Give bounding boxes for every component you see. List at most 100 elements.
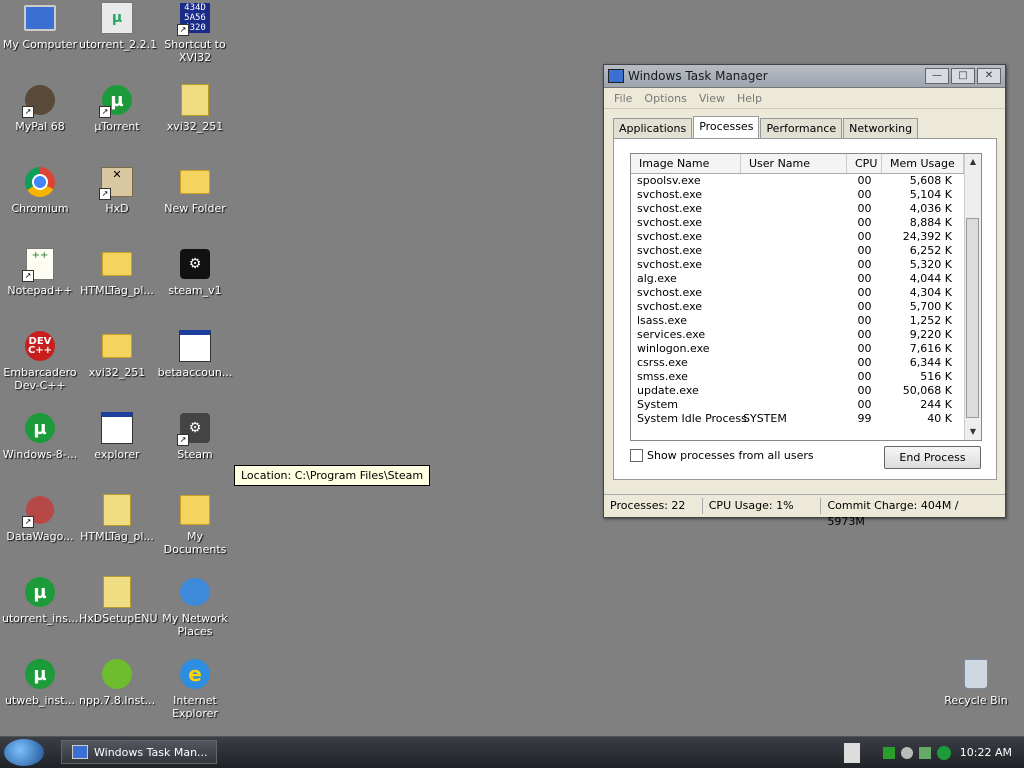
process-cpu: 00 xyxy=(857,202,872,215)
zip-folder-icon xyxy=(181,84,209,116)
table-row[interactable]: smss.exe 00 516 K xyxy=(631,370,964,384)
utorrent-tray-icon[interactable] xyxy=(936,745,951,760)
network-tray-icon[interactable] xyxy=(918,746,931,759)
scroll-down-icon[interactable]: ▼ xyxy=(965,424,981,440)
table-row[interactable]: svchost.exe 00 5,700 K xyxy=(631,300,964,314)
desktop-icon-steam[interactable]: ⚙ ↗ Steam xyxy=(155,412,235,461)
tab-performance[interactable]: Performance xyxy=(760,118,843,140)
desktop-icon-windows8[interactable]: µ Windows-8-... xyxy=(0,412,80,461)
end-process-button[interactable]: End Process xyxy=(884,446,981,469)
desktop-icon-utorrent-installer[interactable]: µ utorrent_ins... xyxy=(0,576,80,625)
taskbar-item-task-manager[interactable]: Windows Task Man... xyxy=(61,740,217,764)
desktop-icon-internet-explorer[interactable]: e Internet Explorer xyxy=(155,658,235,720)
desktop-icon-my-computer[interactable]: My Computer xyxy=(0,2,80,51)
desktop-icon-chromium[interactable]: Chromium xyxy=(0,166,80,215)
desktop-icon-my-documents[interactable]: My Documents xyxy=(155,494,235,556)
menu-view[interactable]: View xyxy=(693,92,731,105)
desktop-icon-new-folder[interactable]: New Folder xyxy=(155,166,235,215)
table-row[interactable]: System Idle Process SYSTEM 99 40 K xyxy=(631,412,964,426)
task-manager-icon xyxy=(608,69,624,83)
process-name: update.exe xyxy=(637,384,699,397)
column-mem-usage[interactable]: Mem Usage xyxy=(882,154,964,173)
table-row[interactable]: svchost.exe 00 8,884 K xyxy=(631,216,964,230)
process-name: svchost.exe xyxy=(637,286,703,299)
keyboard-icon[interactable] xyxy=(843,742,860,763)
scroll-up-icon[interactable]: ▲ xyxy=(965,154,981,170)
minimize-button[interactable]: — xyxy=(925,68,949,84)
table-row[interactable]: alg.exe 00 4,044 K xyxy=(631,272,964,286)
tab-networking[interactable]: Networking xyxy=(843,118,919,140)
clock[interactable]: 10:22 AM xyxy=(960,746,1012,759)
desktop-icon-explorer[interactable]: explorer xyxy=(77,412,157,461)
desktop-icon-my-network-places[interactable]: My Network Places xyxy=(155,576,235,638)
tray-app-icon[interactable] xyxy=(882,746,895,759)
desktop-icon-recycle-bin[interactable]: Recycle Bin xyxy=(936,658,1016,707)
desktop-icon-xvi32-folder[interactable]: xvi32_251 xyxy=(77,330,157,379)
tab-processes[interactable]: Processes xyxy=(693,116,760,138)
process-user xyxy=(741,202,847,216)
table-row[interactable]: svchost.exe 00 5,104 K xyxy=(631,188,964,202)
column-user-name[interactable]: User Name xyxy=(741,154,847,173)
menu-options[interactable]: Options xyxy=(638,92,692,105)
desktop-icon-steam-v1[interactable]: ⚙ steam_v1 xyxy=(155,248,235,297)
process-user xyxy=(741,216,847,230)
desktop-icon-xvi32-shortcut[interactable]: 434D 5A56 4320 ↗ Shortcut to XVI32 xyxy=(155,2,235,64)
table-row[interactable]: System 00 244 K xyxy=(631,398,964,412)
process-user xyxy=(741,244,847,258)
table-row[interactable]: csrss.exe 00 6,344 K xyxy=(631,356,964,370)
menu-help[interactable]: Help xyxy=(731,92,768,105)
show-all-users-checkbox[interactable] xyxy=(630,449,643,462)
process-cpu: 00 xyxy=(857,174,872,187)
table-row[interactable]: svchost.exe 00 24,392 K xyxy=(631,230,964,244)
utorrent-icon: µ xyxy=(25,413,55,443)
computer-icon xyxy=(24,5,56,31)
desktop-icon-devcpp[interactable]: DEV C++ Embarcadero Dev-C++ xyxy=(0,330,80,392)
desktop-icon-datawago[interactable]: ↗ DataWago... xyxy=(0,494,80,543)
process-cpu: 00 xyxy=(857,230,872,243)
process-user xyxy=(741,370,847,384)
desktop-icon-utorrent-221[interactable]: µ utorrent_2.2.1 xyxy=(77,2,157,51)
desktop-icon-htmltag-zip[interactable]: HTMLTag_pl... xyxy=(77,494,157,543)
column-cpu[interactable]: CPU xyxy=(847,154,882,173)
desktop-icon-betaaccount[interactable]: betaaccoun... xyxy=(155,330,235,379)
show-all-users-option[interactable]: Show processes from all users xyxy=(630,449,814,462)
desktop-icon-htmltag-folder[interactable]: HTMLTag_pl... xyxy=(77,248,157,297)
menu-file[interactable]: File xyxy=(608,92,638,105)
desktop-icon-notepadpp[interactable]: ++ ↗ Notepad++ xyxy=(0,248,80,297)
desktop-icon-hxd[interactable]: ✕ ↗ HxD xyxy=(77,166,157,215)
desktop-icon-utorrent[interactable]: µ ↗ µTorrent xyxy=(77,84,157,133)
table-row[interactable]: svchost.exe 00 5,320 K xyxy=(631,258,964,272)
maximize-button[interactable]: □ xyxy=(951,68,975,84)
process-list[interactable]: Image Name User Name CPU Mem Usage spool… xyxy=(630,153,982,441)
table-row[interactable]: svchost.exe 00 6,252 K xyxy=(631,244,964,258)
table-row[interactable]: svchost.exe 00 4,304 K xyxy=(631,286,964,300)
process-name: System xyxy=(637,398,679,411)
process-mem: 4,304 K xyxy=(909,286,952,299)
desktop-icon-hxdsetup[interactable]: HxDSetupENU xyxy=(77,576,158,625)
start-button[interactable] xyxy=(4,739,44,766)
table-row[interactable]: services.exe 00 9,220 K xyxy=(631,328,964,342)
column-image-name[interactable]: Image Name xyxy=(631,154,741,173)
tab-applications[interactable]: Applications xyxy=(613,118,693,140)
shortcut-arrow-icon: ↗ xyxy=(99,188,111,200)
process-mem: 4,036 K xyxy=(909,202,952,215)
desktop-icon-npp-installer[interactable]: npp.7.8.Inst... xyxy=(77,658,157,707)
folder-icon xyxy=(180,170,210,194)
volume-icon[interactable] xyxy=(900,746,913,759)
process-mem: 8,884 K xyxy=(909,216,952,229)
vertical-scrollbar[interactable]: ▲ ▼ xyxy=(964,154,981,440)
close-button[interactable]: ✕ xyxy=(977,68,1001,84)
table-row[interactable]: lsass.exe 00 1,252 K xyxy=(631,314,964,328)
window-icon xyxy=(179,330,211,362)
process-name: svchost.exe xyxy=(637,188,703,201)
table-row[interactable]: spoolsv.exe 00 5,608 K xyxy=(631,174,964,188)
table-row[interactable]: winlogon.exe 00 7,616 K xyxy=(631,342,964,356)
title-bar[interactable]: Windows Task Manager — □ ✕ xyxy=(604,65,1005,88)
table-row[interactable]: update.exe 00 50,068 K xyxy=(631,384,964,398)
desktop-icon-mypal[interactable]: ↗ MyPal 68 xyxy=(0,84,80,133)
desktop-icon-xvi32-zip[interactable]: xvi32_251 xyxy=(155,84,235,133)
scroll-thumb[interactable] xyxy=(966,218,979,418)
process-mem: 516 K xyxy=(920,370,952,383)
table-row[interactable]: svchost.exe 00 4,036 K xyxy=(631,202,964,216)
desktop-icon-utweb-installer[interactable]: µ utweb_inst... xyxy=(0,658,80,707)
